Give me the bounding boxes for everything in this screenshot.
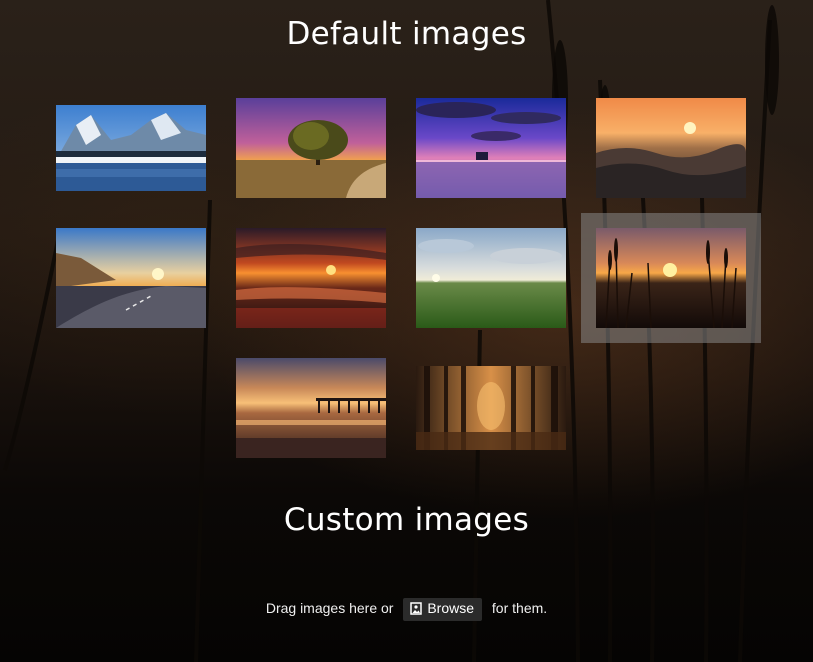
thumbnail-mountain-lake-snow[interactable] — [56, 105, 206, 191]
drop-zone[interactable]: Drag images here or Browse for them. — [0, 598, 813, 621]
thumbnail-green-field-sky[interactable] — [416, 228, 566, 328]
browse-button[interactable]: Browse — [403, 598, 483, 621]
thumbnail-purple-clouds-lake[interactable] — [416, 98, 566, 198]
image-icon — [410, 602, 423, 618]
thumbnail-pier-sunset[interactable] — [236, 358, 386, 458]
default-images-heading: Default images — [286, 16, 527, 52]
browse-label: Browse — [427, 600, 475, 616]
thumbnail-autumn-forest[interactable] — [416, 366, 566, 450]
thumbnail-mountain-road-sunset[interactable] — [56, 228, 206, 328]
drag-instructions: Drag images here or — [265, 600, 394, 616]
thumbnail-ocean-waves-sunset[interactable] — [596, 98, 746, 198]
thumbnail-beach-red-sunset[interactable] — [236, 228, 386, 328]
drag-suffix: for them. — [491, 600, 548, 616]
custom-images-heading: Custom images — [283, 502, 530, 538]
thumbnail-grass-silhouette-sunset[interactable] — [596, 228, 746, 328]
thumbnail-tree-purple-sunset[interactable] — [236, 98, 386, 198]
